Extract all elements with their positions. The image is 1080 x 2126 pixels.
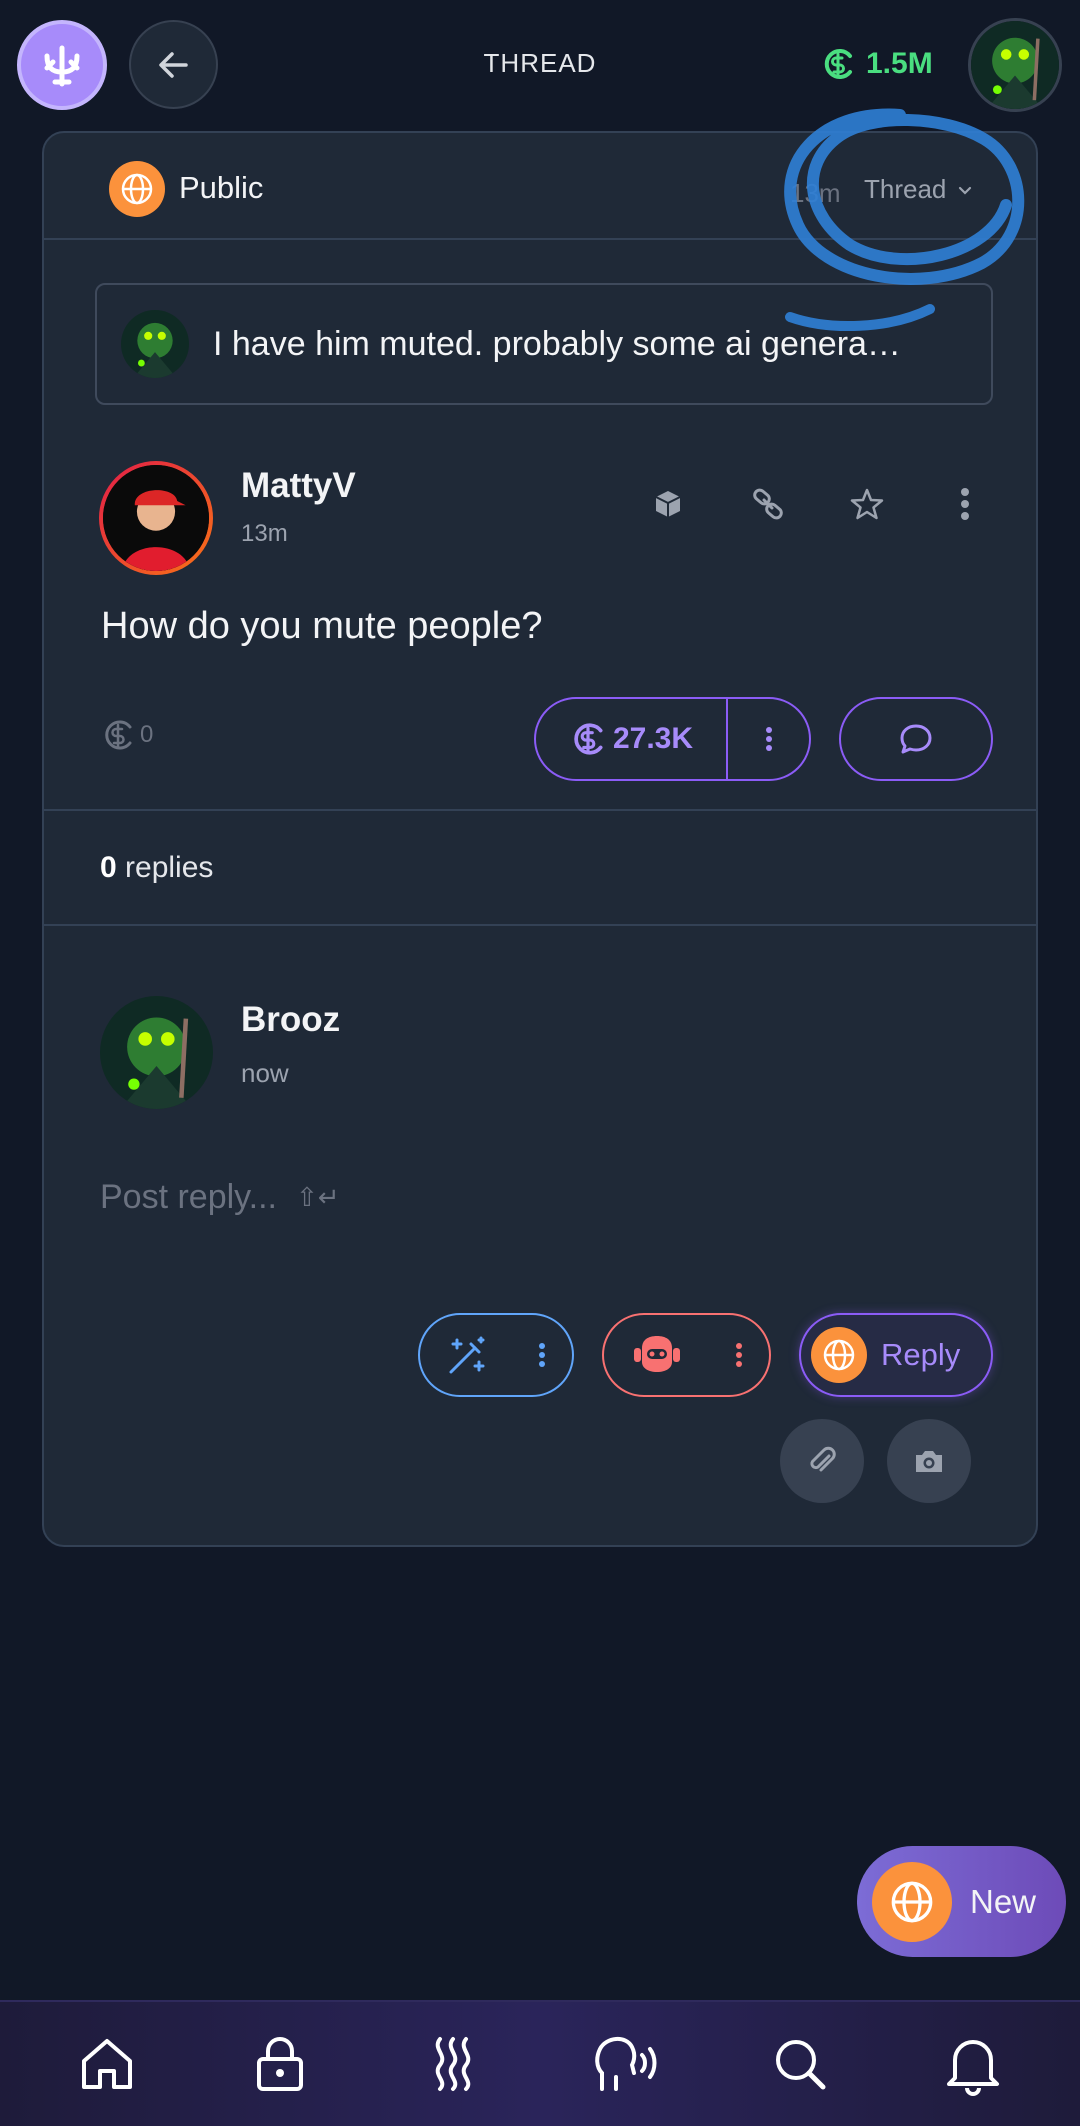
speaking-head-icon	[594, 2037, 657, 2091]
more-vertical-icon	[736, 1343, 742, 1367]
nav-search[interactable]	[750, 2014, 850, 2114]
sats-coin-icon	[824, 49, 852, 79]
new-post-label: New	[970, 1882, 1037, 1920]
public-globe-badge	[109, 161, 165, 217]
public-globe-badge	[872, 1861, 952, 1942]
new-post-button[interactable]: New	[857, 1846, 1066, 1957]
favorite-button[interactable]	[839, 476, 895, 532]
ai-assist-button-group	[418, 1313, 574, 1397]
reply-input[interactable]	[100, 1172, 980, 1222]
globe-icon	[121, 173, 153, 205]
bot-button-group	[602, 1313, 771, 1397]
parent-post-quote[interactable]: I have him muted. probably some ai gener…	[95, 283, 993, 405]
magic-wand-icon	[449, 1336, 485, 1374]
page-title: THREAD	[483, 48, 597, 78]
composer-avatar	[100, 996, 213, 1109]
audience-label: Public	[179, 170, 264, 205]
divider	[44, 924, 1036, 926]
divider	[44, 238, 1036, 240]
post-body: How do you mute people?	[101, 605, 543, 647]
nav-spaces[interactable]	[577, 2014, 677, 2114]
composer-time: now	[241, 1058, 289, 1088]
quote-text: I have him muted. probably some ai gener…	[213, 324, 901, 363]
reply-button[interactable]: Reply	[799, 1313, 993, 1397]
chevron-down-icon	[959, 186, 972, 195]
globe-icon	[891, 1881, 933, 1922]
bot-options-button[interactable]	[709, 1315, 769, 1395]
more-vertical-icon	[539, 1343, 545, 1367]
camera-icon	[916, 1451, 942, 1472]
balance-amount: 1.5M	[866, 47, 933, 80]
replies-count-value: 0	[100, 851, 117, 884]
frog-avatar-icon	[121, 310, 189, 378]
person-avatar-icon	[103, 465, 209, 571]
camera-button[interactable]	[887, 1419, 971, 1503]
post-time: 13m	[241, 520, 288, 547]
nav-private[interactable]	[230, 2014, 330, 2114]
replies-count: 0 replies	[100, 851, 213, 885]
paperclip-icon	[810, 1446, 836, 1472]
composer-author-name: Brooz	[241, 1000, 341, 1039]
nav-home[interactable]	[57, 2014, 157, 2114]
tip-count-value: 0	[140, 721, 154, 748]
author-name[interactable]: MattyV	[241, 466, 356, 506]
comment-button[interactable]	[839, 697, 993, 781]
avatar	[121, 310, 189, 378]
cube-icon	[655, 491, 681, 517]
more-vertical-icon	[961, 488, 969, 520]
more-vertical-icon	[765, 727, 772, 751]
sats-coin-icon	[105, 720, 132, 750]
bell-icon	[947, 2040, 1000, 2096]
profile-avatar[interactable]	[968, 18, 1062, 112]
thread-select-label: Thread	[864, 174, 947, 204]
thread-view-select[interactable]: Thread	[864, 174, 974, 205]
magic-wand-button[interactable]	[420, 1315, 512, 1395]
zap-button-group: 27.3K	[534, 697, 811, 781]
app-logo-button[interactable]	[17, 20, 107, 110]
waves-icon	[436, 2037, 471, 2091]
lock-icon	[256, 2037, 303, 2091]
tip-count: 0	[100, 717, 153, 753]
thread-time: 13m	[790, 178, 841, 208]
submit-shortcut-hint: ⇧↵	[296, 1182, 340, 1212]
divider	[44, 809, 1036, 811]
attach-file-button[interactable]	[780, 1419, 864, 1503]
zap-button[interactable]: 27.3K	[536, 699, 728, 779]
link-icon	[753, 488, 783, 520]
cube-button[interactable]	[640, 476, 696, 532]
back-button[interactable]	[129, 20, 218, 109]
comment-icon	[900, 724, 932, 754]
bot-button[interactable]	[604, 1315, 709, 1395]
reply-button-label: Reply	[881, 1337, 961, 1372]
search-icon	[775, 2040, 826, 2090]
globe-icon	[823, 1339, 855, 1371]
nav-notifications[interactable]	[923, 2014, 1023, 2114]
nav-hot[interactable]	[403, 2014, 503, 2114]
trident-logo-icon	[44, 45, 80, 87]
sats-coin-icon	[574, 723, 603, 755]
more-options-button[interactable]	[937, 476, 993, 532]
arrow-left-icon	[158, 51, 188, 78]
frog-avatar-icon	[971, 21, 1059, 109]
replies-count-label: replies	[125, 851, 214, 884]
magic-options-button[interactable]	[512, 1315, 572, 1395]
public-globe-badge	[811, 1327, 867, 1383]
robot-icon	[633, 1336, 680, 1372]
copy-link-button[interactable]	[740, 476, 796, 532]
zap-options-button[interactable]	[728, 699, 809, 779]
bottom-nav	[0, 2000, 1080, 2126]
zap-amount: 27.3K	[612, 722, 694, 755]
home-icon	[81, 2039, 132, 2089]
star-icon	[850, 488, 884, 520]
balance-display[interactable]: 1.5M	[820, 44, 933, 84]
frog-avatar-icon	[100, 996, 213, 1109]
author-avatar[interactable]	[99, 461, 213, 575]
